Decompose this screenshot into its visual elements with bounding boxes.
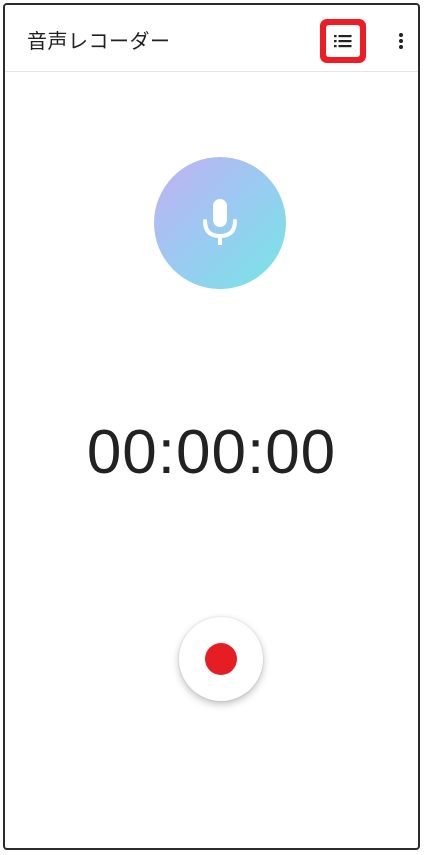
- record-icon: [205, 643, 237, 675]
- mic-indicator: [154, 157, 286, 289]
- app-bar: 音声レコーダー: [5, 5, 418, 72]
- record-button[interactable]: [179, 617, 263, 701]
- microphone-icon: [203, 199, 237, 245]
- list-icon: [326, 25, 360, 57]
- elapsed-time: 00:00:00: [86, 418, 337, 487]
- more-options-button[interactable]: [389, 27, 413, 55]
- recordings-list-button[interactable]: [320, 19, 366, 63]
- app-title: 音声レコーダー: [27, 29, 171, 53]
- phone-screen: 音声レコーダー 00:00:00: [3, 3, 420, 850]
- more-vert-icon: [399, 33, 403, 49]
